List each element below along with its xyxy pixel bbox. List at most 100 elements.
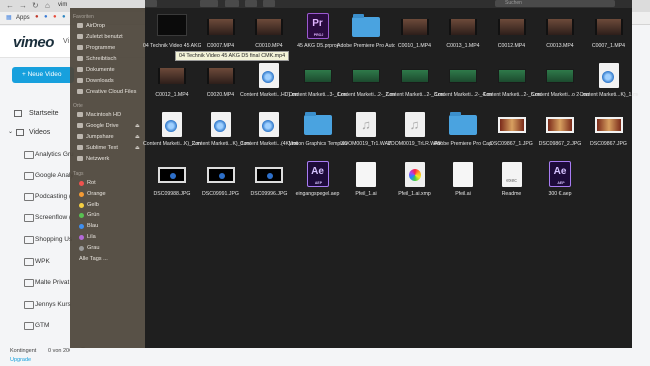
- file-item[interactable]: Content Marketi...K)_1.mov: [580, 59, 638, 109]
- home-icon[interactable]: ⌂: [45, 1, 50, 10]
- tag-color-dot: [79, 235, 84, 240]
- video-thumbnail-icon: [158, 68, 186, 85]
- sidebar-item-label: Google Drive: [86, 123, 119, 129]
- sidebar-tag-item[interactable]: Alle Tags ...: [79, 256, 108, 262]
- folder-icon: [352, 14, 380, 37]
- file-name: 300 €.aep: [548, 190, 572, 197]
- storage-label: Kontingent: [10, 348, 37, 354]
- folder-item[interactable]: WPK: [35, 258, 50, 265]
- audio-file-icon: ♫: [404, 112, 425, 138]
- search-input[interactable]: Suchen: [495, 0, 615, 7]
- sidebar-item-macintosh-hd[interactable]: Macintosh HD: [77, 112, 121, 118]
- bookmark-icon[interactable]: ●: [53, 14, 57, 20]
- image-thumbnail-icon: [255, 166, 283, 183]
- sidebar-item-downloads[interactable]: Downloads: [77, 78, 114, 84]
- folder-item[interactable]: Screenflow (: [35, 214, 71, 221]
- sidebar-item-sublime-text[interactable]: Sublime Text: [77, 145, 118, 151]
- sidebar-item-label: Dokumente: [86, 67, 115, 73]
- filename-tooltip: 04 Technik Video 45 AKG D5 final CMK.mp4: [175, 51, 290, 61]
- sidebar-item-label: Jumpshare: [86, 134, 114, 140]
- folder-icon: [24, 193, 34, 201]
- apps-grid-icon[interactable]: ▦: [6, 14, 12, 21]
- document-icon: [356, 161, 376, 187]
- sidebar-item-desktop[interactable]: Schreibtisch: [77, 56, 116, 62]
- apps-link[interactable]: Apps: [16, 15, 30, 21]
- network-icon: [77, 156, 83, 162]
- premiere-project-icon: Pr PROJ: [306, 13, 329, 39]
- file-item[interactable]: C0007_1.MP4: [580, 10, 638, 60]
- quicktime-file-icon: [259, 112, 279, 138]
- video-thumbnail-icon: [303, 69, 332, 84]
- sidebar-item-google-drive[interactable]: Google Drive: [77, 123, 119, 129]
- back-icon[interactable]: ←: [6, 1, 14, 10]
- sidebar-item-applications[interactable]: Programme: [77, 45, 115, 51]
- folder-item[interactable]: Podcasting (: [35, 193, 71, 200]
- gear-icon[interactable]: [225, 0, 239, 7]
- file-item[interactable]: Ae AEP 300 €.aep: [531, 158, 589, 208]
- folder-item[interactable]: Google Analy: [35, 172, 74, 179]
- home-icon: [14, 110, 22, 117]
- sidebar-item-creative-cloud[interactable]: Creative Cloud Files: [77, 89, 136, 95]
- airdrop-icon: [77, 23, 83, 29]
- section-places: Orte: [73, 103, 83, 109]
- sidebar-tag-item[interactable]: Grau: [87, 245, 99, 251]
- quicktime-file-icon: [210, 112, 231, 138]
- sidebar-item-jumpshare[interactable]: Jumpshare: [77, 134, 114, 140]
- eject-icon[interactable]: ⏏: [135, 145, 140, 151]
- sidebar-tag-item[interactable]: Rot: [87, 180, 96, 186]
- file-item[interactable]: DSC09867.JPG: [580, 108, 638, 158]
- sidebar-item-label: Sublime Text: [86, 145, 118, 151]
- share-icon[interactable]: [245, 0, 257, 7]
- after-effects-project-icon: Ae AEP: [549, 160, 571, 187]
- sidebar-item-airdrop[interactable]: AirDrop: [77, 23, 105, 29]
- image-thumbnail-icon: [158, 166, 186, 183]
- image-thumbnail-icon: [594, 117, 623, 134]
- creative-cloud-icon: [77, 89, 83, 95]
- quicktime-file-icon: [259, 63, 279, 89]
- image-thumbnail-icon: [497, 117, 526, 134]
- sidebar-tag-item[interactable]: Grün: [87, 212, 99, 218]
- new-video-button[interactable]: + Neue Video: [12, 67, 74, 83]
- folder-item[interactable]: Jennys Kurs: [35, 301, 71, 308]
- reload-icon[interactable]: ↻: [32, 1, 39, 10]
- nav-startseite[interactable]: Startseite: [29, 110, 59, 117]
- after-effects-project-icon: Ae AEP: [306, 160, 329, 187]
- sidebar-item-network[interactable]: Netzwerk: [77, 156, 109, 162]
- upgrade-link[interactable]: Upgrade: [10, 357, 31, 363]
- vimeo-nav-truncated[interactable]: Vi: [63, 38, 69, 45]
- bookmark-icon[interactable]: ●: [35, 14, 39, 20]
- chevron-down-icon[interactable]: ⌄: [8, 128, 13, 135]
- folder-item[interactable]: GTM: [35, 322, 49, 329]
- video-thumbnail-icon: [255, 19, 283, 35]
- vimeo-bottom-area: [70, 348, 632, 366]
- eject-icon[interactable]: ⏏: [135, 123, 140, 129]
- eject-icon[interactable]: ⏏: [135, 134, 140, 140]
- sidebar-item-recent[interactable]: Zuletzt benutzt: [77, 34, 123, 40]
- sidebar-tag-item[interactable]: Blau: [87, 223, 98, 229]
- browser-tab-title[interactable]: vim: [58, 2, 67, 8]
- nav-videos[interactable]: Videos: [29, 129, 50, 136]
- bookmark-icon[interactable]: ●: [62, 14, 66, 20]
- folder-icon: [24, 279, 34, 287]
- view-options-button[interactable]: [200, 0, 218, 7]
- view-icons-button[interactable]: [145, 0, 157, 7]
- tag-icon[interactable]: [263, 0, 275, 7]
- forward-icon[interactable]: →: [19, 1, 27, 10]
- sidebar-tag-item[interactable]: Orange: [87, 191, 106, 197]
- folder-item[interactable]: Analytics Gru: [35, 151, 74, 158]
- desktop-icon: [77, 56, 83, 62]
- executable-file-icon: exec: [501, 161, 522, 187]
- sidebar-tag-item[interactable]: Lila: [87, 234, 96, 240]
- video-thumbnail-icon: [594, 19, 623, 35]
- video-thumbnail-icon: [352, 69, 380, 84]
- video-icon: [16, 129, 24, 136]
- video-thumbnail-icon: [206, 68, 235, 85]
- sidebar-item-documents[interactable]: Dokumente: [77, 67, 115, 73]
- folder-item[interactable]: Shopping Us: [35, 236, 72, 243]
- sidebar-tag-item[interactable]: Gelb: [87, 202, 99, 208]
- bookmark-icon[interactable]: ●: [44, 14, 48, 20]
- vimeo-logo[interactable]: vimeo: [13, 34, 54, 51]
- folder-item[interactable]: Malte Privat: [35, 279, 69, 286]
- video-thumbnail-icon: [546, 69, 574, 84]
- quicktime-file-icon: [598, 63, 619, 89]
